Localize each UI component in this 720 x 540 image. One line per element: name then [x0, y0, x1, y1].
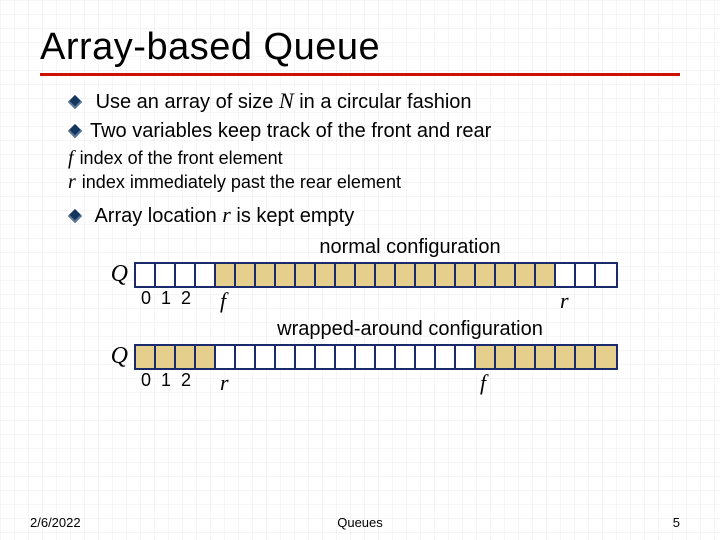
- array-cell: [276, 346, 296, 368]
- idx-1: 1: [156, 288, 176, 312]
- array-cell: [376, 346, 396, 368]
- array-cell: [176, 264, 196, 286]
- sub-f-text: index of the front element: [80, 148, 283, 168]
- sub-bullet-list: f index of the front element r index immed…: [68, 147, 680, 194]
- bullet-3-post: is kept empty: [231, 205, 354, 227]
- array-cell: [436, 264, 456, 286]
- indices-wrapped: 0 1 2 r f: [136, 370, 680, 394]
- array-cell: [256, 264, 276, 286]
- idx-0: 0: [136, 288, 156, 312]
- sub-f: f index of the front element: [68, 147, 680, 170]
- array-cell: [496, 346, 516, 368]
- label-Q-2: Q: [100, 343, 134, 370]
- sub-r-text: index immediately past the rear element: [82, 172, 401, 192]
- array-cell: [316, 264, 336, 286]
- array-cell: [456, 264, 476, 286]
- label-Q-1: Q: [100, 261, 134, 288]
- figure-wrapped: wrapped-around configuration Q 0 1 2 r f: [40, 318, 680, 394]
- bullet-1-post: in a circular fashion: [294, 91, 472, 113]
- bullet-2: Two variables keep track of the front an…: [70, 118, 680, 145]
- indices-normal: 0 1 2 f r: [136, 288, 680, 312]
- array-cell: [556, 346, 576, 368]
- array-cell: [596, 346, 616, 368]
- bullet-1: Use an array of size N in a circular fas…: [70, 86, 680, 116]
- array-cell: [456, 346, 476, 368]
- sub-r: r index immediately past the rear element: [68, 171, 680, 194]
- array-cell: [396, 346, 416, 368]
- array-cell: [576, 264, 596, 286]
- pointer-f-normal: f: [220, 288, 226, 314]
- idx-1b: 1: [156, 370, 176, 394]
- array-cell: [516, 346, 536, 368]
- array-cell: [396, 264, 416, 286]
- footer-page: 5: [673, 515, 680, 530]
- array-cell: [216, 346, 236, 368]
- array-cell: [336, 346, 356, 368]
- array-cell: [236, 346, 256, 368]
- bullet-3: Array location r is kept empty: [70, 200, 680, 230]
- array-cell: [196, 346, 216, 368]
- var-N: N: [279, 88, 294, 113]
- array-cell: [496, 264, 516, 286]
- footer-topic: Queues: [337, 515, 383, 530]
- bullet-1-pre: Use an array of size: [96, 91, 279, 113]
- array-cell: [576, 346, 596, 368]
- array-cell: [176, 346, 196, 368]
- array-cell: [156, 264, 176, 286]
- slide: Array-based Queue Use an array of size N…: [0, 0, 720, 540]
- array-normal: [134, 262, 618, 288]
- array-cell: [436, 346, 456, 368]
- array-cell: [476, 264, 496, 286]
- bullet-list-2: Array location r is kept empty: [70, 200, 680, 230]
- page-title: Array-based Queue: [40, 26, 680, 76]
- array-cell: [236, 264, 256, 286]
- array-cell: [356, 346, 376, 368]
- bullet-3-pre: Array location: [94, 205, 222, 227]
- array-cell: [516, 264, 536, 286]
- pointer-f-wrapped: f: [480, 370, 486, 396]
- bullet-list: Use an array of size N in a circular fas…: [70, 86, 680, 145]
- array-cell: [136, 264, 156, 286]
- array-cell: [556, 264, 576, 286]
- array-cell: [156, 346, 176, 368]
- var-f: f: [68, 147, 74, 169]
- array-cell: [296, 346, 316, 368]
- array-cell: [136, 346, 156, 368]
- array-cell: [536, 346, 556, 368]
- array-cell: [276, 264, 296, 286]
- array-cell: [476, 346, 496, 368]
- caption-normal: normal configuration: [220, 236, 600, 259]
- idx-2: 2: [176, 288, 196, 312]
- array-cell: [316, 346, 336, 368]
- array-cell: [296, 264, 316, 286]
- caption-wrapped: wrapped-around configuration: [220, 318, 600, 341]
- footer-date: 2/6/2022: [30, 515, 81, 530]
- array-cell: [256, 346, 276, 368]
- pointer-r-normal: r: [560, 288, 569, 314]
- array-cell: [336, 264, 356, 286]
- array-wrapped: [134, 344, 618, 370]
- array-cell: [196, 264, 216, 286]
- idx-0b: 0: [136, 370, 156, 394]
- array-cell: [416, 346, 436, 368]
- array-cell: [596, 264, 616, 286]
- array-cell: [376, 264, 396, 286]
- pointer-r-wrapped: r: [220, 370, 229, 396]
- var-r: r: [68, 171, 76, 193]
- footer: 2/6/2022 Queues 5: [0, 515, 720, 530]
- figure-normal: normal configuration Q 0 1 2 f r: [40, 236, 680, 312]
- var-r-inline: r: [222, 202, 231, 227]
- array-cell: [416, 264, 436, 286]
- idx-2b: 2: [176, 370, 196, 394]
- array-cell: [356, 264, 376, 286]
- array-cell: [216, 264, 236, 286]
- array-cell: [536, 264, 556, 286]
